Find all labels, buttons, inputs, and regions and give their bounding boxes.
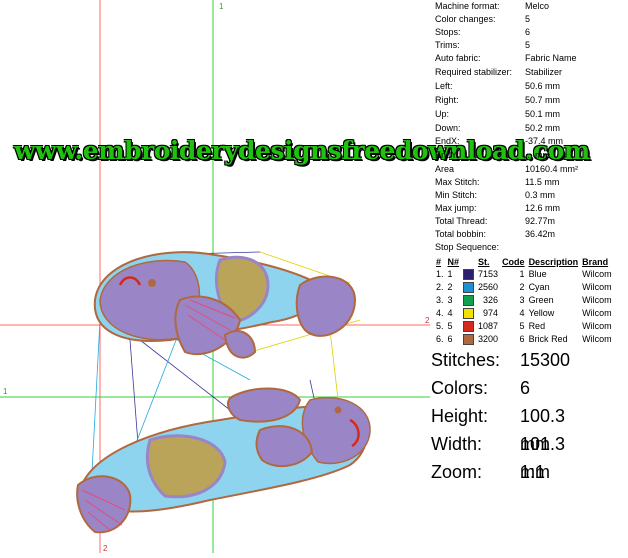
axis-label-right: 2: [425, 316, 430, 325]
axis-label-bottom: 2: [103, 544, 108, 553]
info-row-max-jump: Max jump: 12.6 mm: [435, 203, 561, 213]
color-swatch: [463, 295, 475, 307]
color-swatch: [463, 334, 475, 346]
table-row: 1. 1 7153 1 Blue Wilcom: [436, 269, 612, 281]
table-row: 3. 3 326 3 Green Wilcom: [436, 295, 612, 307]
info-row-max-stitch: Max Stitch: 11.5 mm: [435, 177, 560, 187]
table-row: 4. 4 974 4 Yellow Wilcom: [436, 308, 612, 320]
info-row-stop-sequence: Stop Sequence:: [435, 242, 500, 252]
info-row-stabilizer: Required stabilizer: Stabilizer: [435, 67, 563, 77]
info-row-area: Area 10160.4 mm²: [435, 164, 579, 174]
upper-clownfish: [93, 251, 357, 359]
axis-label-left: 1: [3, 387, 8, 396]
lower-clownfish: [76, 387, 371, 534]
color-swatch: [463, 321, 475, 333]
info-row-endx: EndX: -37.4 mm: [435, 136, 564, 146]
info-row-endy: EndY:... mm: [435, 150, 550, 160]
info-row-color-changes: Color changes: 5: [435, 14, 531, 24]
info-row-total-bobbin: Total bobbin: 36.42m: [435, 229, 556, 239]
info-row-left: Left: 50.6 mm: [435, 81, 561, 91]
info-row-total-thread: Total Thread: 92.77m: [435, 216, 556, 226]
info-row-min-stitch: Min Stitch: 0.3 mm: [435, 190, 556, 200]
embroidery-preview: 1 1 2 2: [0, 0, 430, 553]
stop-table-header: # N# St. Code Description Brand: [436, 256, 609, 267]
info-row-machine-format: Machine format: Melco: [435, 1, 550, 11]
info-row-down: Down: 50.2 mm: [435, 123, 561, 133]
color-swatch: [463, 282, 475, 294]
design-canvas[interactable]: 1 1 2 2: [0, 0, 430, 553]
table-row: 6. 6 3200 6 Brick Red Wilcom: [436, 334, 612, 346]
info-row-trims: Trims: 5: [435, 40, 531, 50]
info-row-up: Up: 50.1 mm: [435, 109, 561, 119]
color-swatch: [463, 308, 475, 320]
info-row-auto-fabric: Auto fabric: Fabric Name: [435, 53, 577, 63]
stop-sequence-table: # N# St. Code Description Brand 1. 1 7153…: [434, 255, 614, 346]
table-row: 2. 2 2560 2 Cyan Wilcom: [436, 282, 612, 294]
axis-label-top: 1: [219, 2, 224, 11]
table-row: 5. 5 1087 5 Red Wilcom: [436, 321, 612, 333]
color-swatch: [463, 269, 475, 281]
info-row-stops: Stops: 6: [435, 27, 531, 37]
info-row-right: Right: 50.7 mm: [435, 95, 561, 105]
